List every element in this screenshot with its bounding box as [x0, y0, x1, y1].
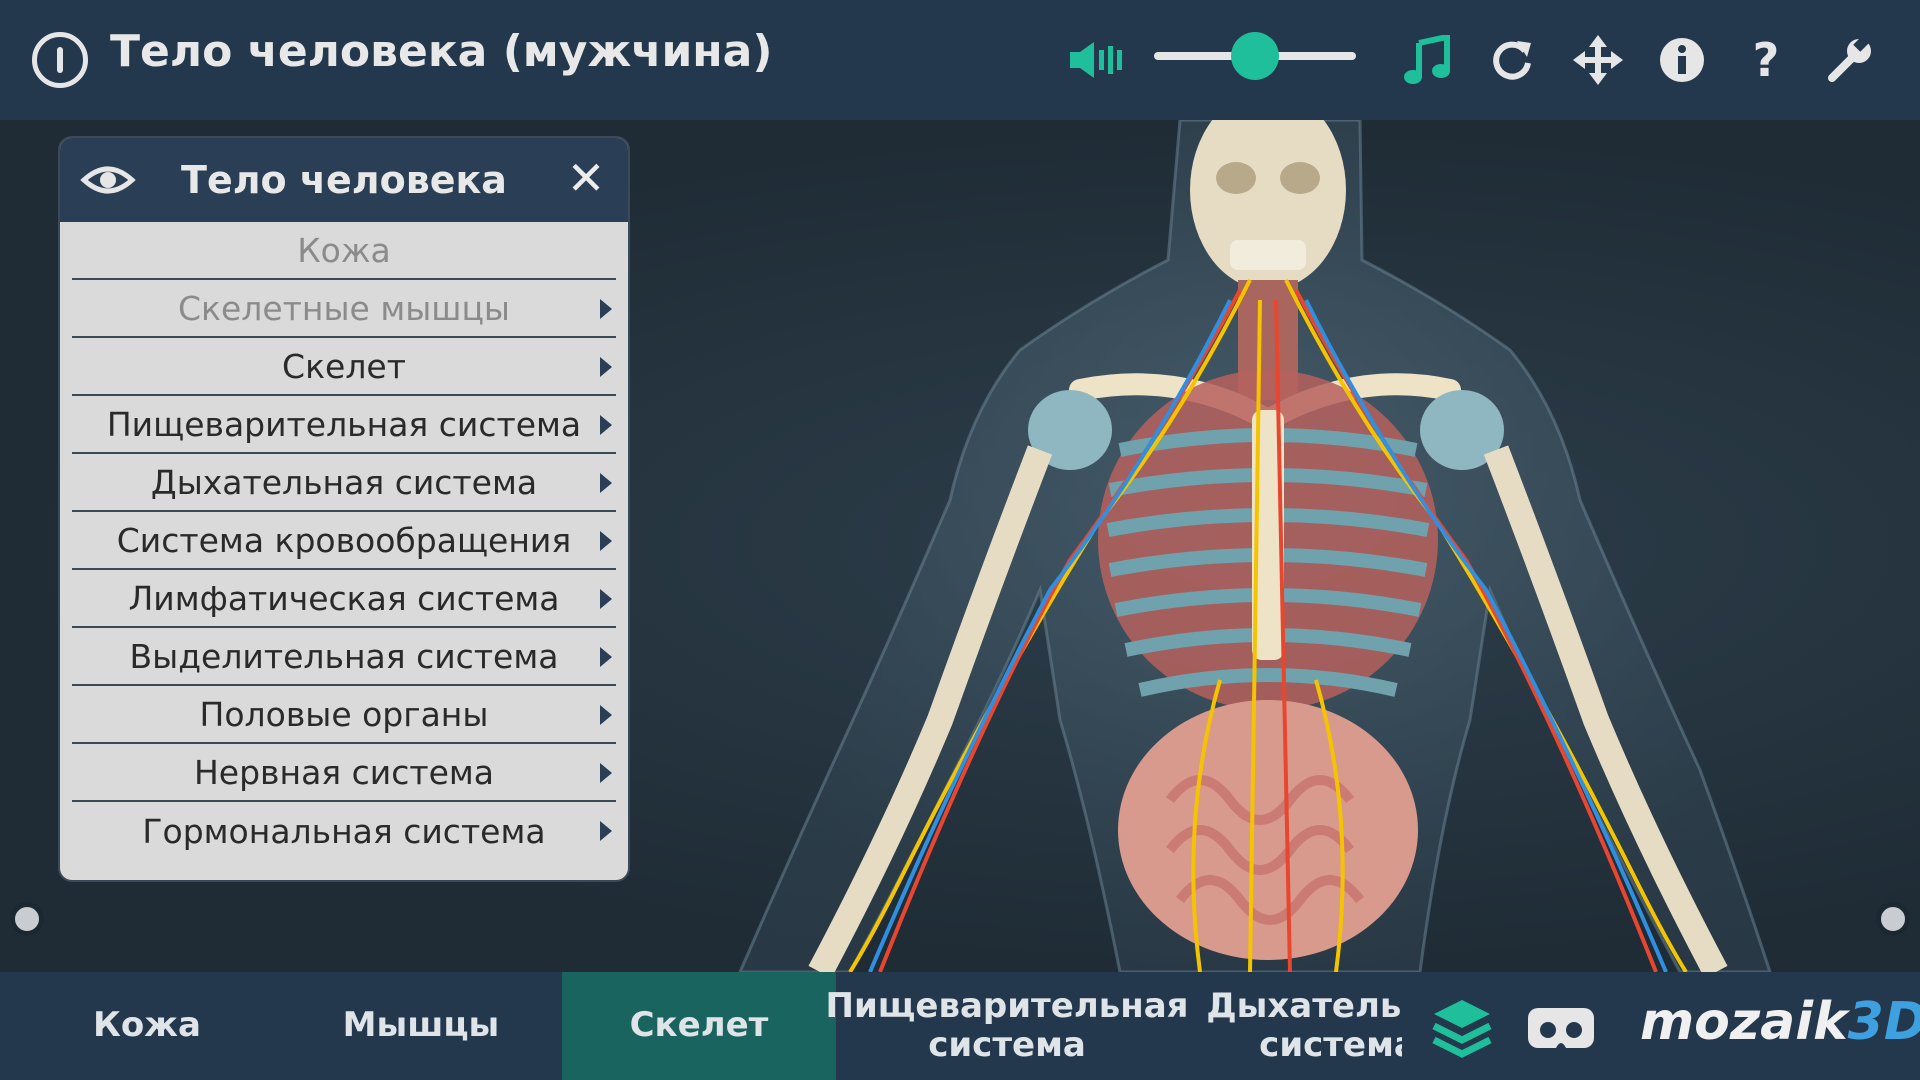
volume-slider-handle[interactable]	[1231, 32, 1279, 80]
layer-item[interactable]: Кожа	[72, 222, 616, 280]
submenu-arrow-icon[interactable]	[600, 415, 612, 435]
panel-header: Тело человека ✕	[60, 138, 628, 222]
category-tab[interactable]: Скелет	[562, 972, 836, 1080]
layer-item[interactable]: Пищеварительная система	[72, 396, 616, 454]
category-tab-label: Скелет	[629, 1005, 769, 1046]
layer-item-label: Скелетные мышцы	[178, 288, 510, 328]
prev-view-dot[interactable]	[10, 902, 44, 936]
submenu-arrow-icon[interactable]	[600, 589, 612, 609]
layer-item-label: Пищеварительная система	[106, 404, 582, 444]
category-tab-label: Мышцы	[342, 1005, 500, 1046]
app-title: Тело человека (мужчина)	[110, 26, 773, 77]
layer-item-label: Половые органы	[199, 694, 489, 734]
layer-item-label: Система кровообращения	[116, 520, 572, 560]
category-tab-label: Дыхательная система	[1206, 985, 1402, 1065]
layer-item-label: Дыхательная система	[150, 462, 538, 502]
layer-item-label: Лимфатическая система	[128, 578, 560, 618]
speaker-icon[interactable]	[1064, 28, 1128, 92]
category-tab[interactable]: Мышцы	[280, 972, 562, 1080]
category-tabs: Кожа Мышцы Скелет Пищеварительная система Ды…	[14, 972, 1402, 1080]
layer-item-label: Кожа	[297, 230, 391, 270]
layer-item[interactable]: Выделительная система	[72, 628, 616, 686]
submenu-arrow-icon[interactable]	[600, 763, 612, 783]
layers-icon[interactable]	[1430, 996, 1494, 1060]
layer-item-label: Скелет	[282, 346, 406, 386]
layers-panel: Тело человека ✕ Кожа Скелетные мышцы Скеле…	[58, 136, 630, 882]
info-icon[interactable]	[1650, 28, 1714, 92]
vr-headset-icon[interactable]	[1526, 998, 1596, 1054]
submenu-arrow-icon[interactable]	[600, 705, 612, 725]
layer-list: Кожа Скелетные мышцы Скелет Пищеварительная…	[60, 222, 628, 860]
submenu-arrow-icon[interactable]	[600, 357, 612, 377]
submenu-arrow-icon[interactable]	[600, 299, 612, 319]
layer-item-label: Выделительная система	[129, 636, 559, 676]
reset-icon[interactable]	[1480, 28, 1544, 92]
help-icon[interactable]: ?	[1734, 28, 1798, 92]
music-icon[interactable]	[1396, 28, 1460, 92]
eye-icon[interactable]	[80, 156, 136, 204]
layer-item-label: Нервная система	[193, 752, 495, 792]
category-tab-label: Пищеварительная система	[825, 985, 1189, 1065]
brand-logo: mozaik3D	[1640, 992, 1920, 1052]
bottom-category-bar: Кожа Мышцы Скелет Пищеварительная система Ды…	[0, 972, 1920, 1080]
bottom-actions: mozaik3D	[1402, 972, 1920, 1080]
power-icon[interactable]	[32, 32, 88, 88]
volume-slider[interactable]	[1154, 32, 1356, 80]
layer-item[interactable]: Дыхательная система	[72, 454, 616, 512]
layer-item[interactable]: Лимфатическая система	[72, 570, 616, 628]
layer-item[interactable]: Скелетные мышцы	[72, 280, 616, 338]
layer-item[interactable]: Гормональная система	[72, 802, 616, 860]
close-icon[interactable]: ✕	[560, 151, 612, 205]
layer-item[interactable]: Нервная система	[72, 744, 616, 802]
submenu-arrow-icon[interactable]	[600, 473, 612, 493]
submenu-arrow-icon[interactable]	[600, 647, 612, 667]
top-bar: Тело человека (мужчина) ?	[0, 0, 1920, 120]
layer-item[interactable]: Скелет	[72, 338, 616, 396]
next-view-dot[interactable]	[1876, 902, 1910, 936]
category-tab-label: Кожа	[93, 1005, 201, 1046]
category-tab[interactable]: Дыхательная система	[1178, 972, 1402, 1080]
layer-item[interactable]: Половые органы	[72, 686, 616, 744]
move-icon[interactable]	[1566, 28, 1630, 92]
category-tab[interactable]: Пищеварительная система	[826, 972, 1189, 1080]
submenu-arrow-icon[interactable]	[600, 531, 612, 551]
layer-item-label: Гормональная система	[142, 811, 546, 851]
settings-wrench-icon[interactable]	[1818, 28, 1882, 92]
category-tab[interactable]: Кожа	[14, 972, 280, 1080]
submenu-arrow-icon[interactable]	[600, 821, 612, 841]
layer-item[interactable]: Система кровообращения	[72, 512, 616, 570]
panel-title: Тело человека	[181, 158, 507, 202]
